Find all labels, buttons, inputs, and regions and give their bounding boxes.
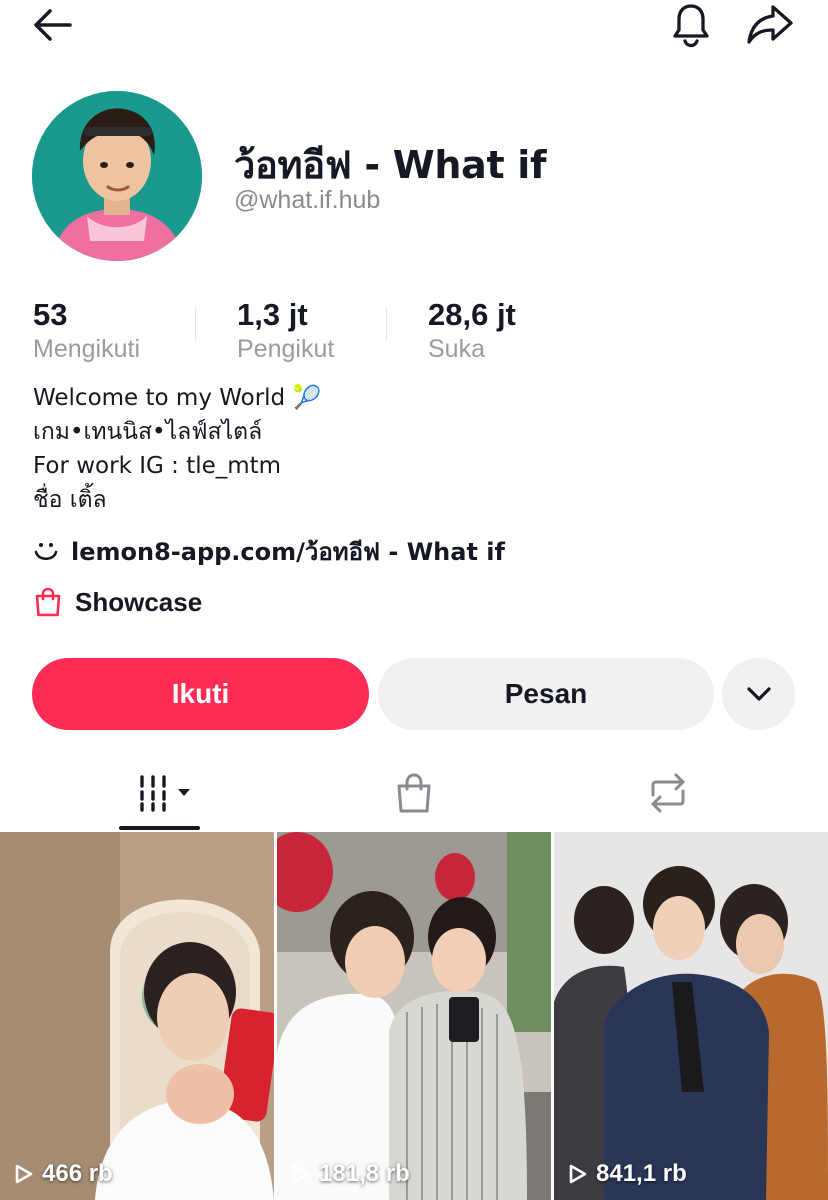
video-thumbnail[interactable]: 466 rb	[0, 832, 274, 1200]
video-grid: 466 rb 181,8 rb 841,1 rb	[0, 832, 828, 1200]
lemon8-smile-icon	[34, 542, 58, 560]
tab-videos[interactable]	[20, 756, 296, 830]
followers-label: Pengikut	[237, 335, 335, 363]
stat-divider	[195, 308, 196, 340]
chevron-down-icon	[746, 687, 771, 701]
more-options-button[interactable]	[722, 658, 795, 730]
content-tabs	[0, 756, 828, 830]
play-icon	[292, 1164, 310, 1184]
grid-icon	[140, 775, 190, 812]
repost-icon	[651, 773, 685, 813]
showcase-label: Showcase	[75, 586, 203, 617]
view-count-text: 466 rb	[42, 1160, 113, 1187]
stat-followers[interactable]: 1,3 jt Pengikut	[237, 297, 334, 364]
view-count: 841,1 rb	[568, 1160, 687, 1188]
view-count-text: 181,8 rb	[319, 1160, 410, 1187]
bio: Welcome to my World 🎾 เกม•เทนนิส•ไลฟ์สไต…	[33, 381, 321, 517]
followers-count: 1,3 jt	[237, 297, 308, 332]
likes-count: 28,6 jt	[428, 297, 516, 332]
notification-button[interactable]	[663, 0, 719, 50]
video-thumbnail-image	[554, 832, 828, 1200]
follow-button[interactable]: Ikuti	[32, 658, 369, 730]
view-count-text: 841,1 rb	[596, 1160, 687, 1187]
avatar[interactable]	[32, 91, 202, 261]
stat-following[interactable]: 53 Mengikuti	[33, 297, 140, 364]
tab-shop[interactable]	[276, 756, 552, 830]
likes-label: Suka	[428, 335, 485, 363]
stat-divider	[386, 308, 387, 340]
message-button[interactable]: Pesan	[378, 658, 714, 730]
showcase-link[interactable]: Showcase	[33, 586, 202, 618]
bio-line: For work IG : tle_mtm	[33, 453, 282, 479]
bio-line: Welcome to my World 🎾	[33, 385, 322, 411]
share-button[interactable]	[742, 0, 798, 50]
view-count: 181,8 rb	[291, 1160, 410, 1188]
play-icon	[569, 1164, 587, 1184]
following-label: Mengikuti	[33, 335, 140, 363]
share-arrow-icon	[747, 5, 793, 44]
top-bar	[0, 0, 828, 56]
video-thumbnail[interactable]: 841,1 rb	[554, 832, 828, 1200]
shopping-bag-icon	[35, 587, 61, 617]
avatar-photo	[32, 91, 202, 261]
back-button[interactable]	[24, 0, 80, 50]
profile-link-text: lemon8-app.com/ว้อทอีฟ - What if	[71, 538, 505, 566]
bio-line: เกม•เทนนิส•ไลฟ์สไตล์	[33, 419, 263, 445]
username-handle: @what.if.hub	[234, 186, 381, 214]
active-tab-indicator	[119, 826, 200, 830]
arrow-left-icon	[34, 9, 72, 41]
bio-line: ชื่อ เติ้ล	[33, 487, 107, 513]
video-thumbnail[interactable]: 181,8 rb	[277, 832, 551, 1200]
video-thumbnail-image	[277, 832, 551, 1200]
video-thumbnail-image	[0, 832, 274, 1200]
play-icon	[15, 1164, 33, 1184]
bell-icon	[673, 4, 709, 48]
shopping-bag-icon	[397, 773, 431, 813]
following-count: 53	[33, 297, 68, 332]
tab-reposts[interactable]	[530, 756, 806, 830]
stat-likes: 28,6 jt Suka	[428, 297, 516, 364]
view-count: 466 rb	[14, 1160, 113, 1188]
profile-link[interactable]: lemon8-app.com/ว้อทอีฟ - What if	[33, 532, 505, 571]
